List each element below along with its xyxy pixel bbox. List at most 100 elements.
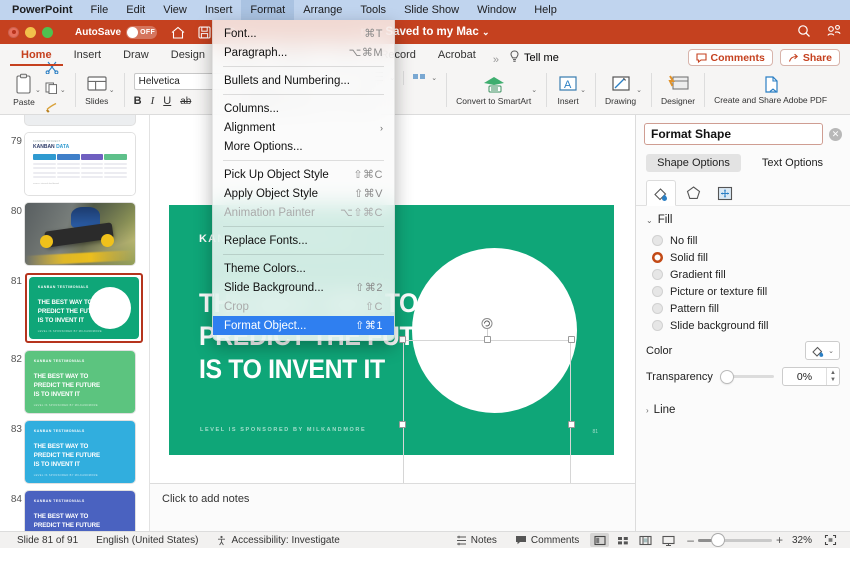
reading-view-icon[interactable] xyxy=(636,533,655,547)
list-item[interactable]: 83 KANBAN TESTIMONIALS THE BEST WAY TOPR… xyxy=(0,417,149,487)
transparency-stepper[interactable]: 0% ▲▼ xyxy=(782,367,840,386)
minimize-window-button[interactable] xyxy=(25,27,36,38)
tab-draw[interactable]: Draw xyxy=(112,44,160,66)
comments-toggle[interactable]: Comments xyxy=(506,535,588,546)
thumbnail-partial[interactable] xyxy=(0,115,149,129)
resize-handle-e[interactable] xyxy=(568,421,575,428)
notes-toggle[interactable]: Notes xyxy=(447,535,506,546)
rotate-handle[interactable] xyxy=(482,318,493,329)
menu-view[interactable]: View xyxy=(154,0,196,20)
slide-thumbnail-84[interactable]: KANBAN TESTIMONIALS THE BEST WAY TOPREDI… xyxy=(25,491,135,531)
copy-caret[interactable]: ⌄ xyxy=(60,86,66,94)
menu-item-alignment[interactable]: Alignment › xyxy=(213,118,394,137)
slide-thumbnail-79[interactable]: KANBAN PROJECT KANBAN DATA source: inter… xyxy=(25,133,135,195)
zoom-in-button[interactable]: + xyxy=(776,533,783,547)
menu-item-apply-object-style[interactable]: Apply Object Style ⇧⌘V xyxy=(213,184,394,203)
underline-button[interactable]: U xyxy=(163,95,171,107)
layout-size-icon[interactable] xyxy=(710,180,740,206)
slide-thumbnail-80[interactable] xyxy=(25,203,135,265)
list-item[interactable]: 81 KANBAN TESTIMONIALS THE BEST WAY TOPR… xyxy=(0,269,149,347)
normal-view-icon[interactable] xyxy=(590,533,609,547)
slide-sorter-icon[interactable] xyxy=(613,533,632,547)
slides-caret[interactable]: ⌄ xyxy=(109,86,115,94)
presenter-view-icon[interactable] xyxy=(659,533,678,547)
columns-icon[interactable] xyxy=(412,69,426,87)
list-item[interactable]: 79 KANBAN PROJECT KANBAN DATA source: in… xyxy=(0,129,149,199)
radio-gradient-fill[interactable]: Gradient fill xyxy=(652,266,850,283)
save-icon[interactable] xyxy=(198,26,211,39)
paste-options-caret[interactable]: ⌄ xyxy=(35,86,41,94)
smartart-caret[interactable]: ⌄ xyxy=(531,86,537,94)
bold-button[interactable]: B xyxy=(134,95,142,107)
menu-item-paragraph[interactable]: Paragraph... ⌥⌘M xyxy=(213,43,394,62)
menu-help[interactable]: Help xyxy=(525,0,566,20)
fit-to-window-icon[interactable] xyxy=(821,533,840,547)
menu-app-powerpoint[interactable]: PowerPoint xyxy=(8,0,82,20)
drawing-button[interactable]: Drawing xyxy=(605,74,636,106)
ribbon-overflow-icon[interactable]: » xyxy=(487,54,505,66)
menu-item-more-options[interactable]: More Options... xyxy=(213,137,394,156)
notes-pane[interactable]: Click to add notes xyxy=(150,483,635,531)
drawing-caret[interactable]: ⌄ xyxy=(636,86,642,94)
comments-button[interactable]: Comments xyxy=(688,49,773,66)
tab-acrobat[interactable]: Acrobat xyxy=(427,44,487,66)
tell-me-search[interactable]: Tell me xyxy=(505,50,559,66)
resize-handle-nw[interactable] xyxy=(399,336,406,343)
menu-item-pick-up-object-style[interactable]: Pick Up Object Style ⇧⌘C xyxy=(213,165,394,184)
new-slide-button[interactable]: Slides xyxy=(85,74,109,106)
zoom-out-button[interactable]: – xyxy=(687,533,694,547)
slide-thumbnail-83[interactable]: KANBAN TESTIMONIALS THE BEST WAY TOPREDI… xyxy=(25,421,135,483)
radio-picture-or-texture-fill[interactable]: Picture or texture fill xyxy=(652,283,850,300)
paste-button[interactable]: Paste xyxy=(13,73,35,107)
menu-arrange[interactable]: Arrange xyxy=(294,0,351,20)
slide-thumbnail-pane[interactable]: 79 KANBAN PROJECT KANBAN DATA source: in… xyxy=(0,115,150,531)
menu-item-format-object[interactable]: Format Object... ⇧⌘1 xyxy=(213,316,394,335)
menu-item-bullets-and-numbering[interactable]: Bullets and Numbering... xyxy=(213,71,394,90)
list-item[interactable]: 84 KANBAN TESTIMONIALS THE BEST WAY TOPR… xyxy=(0,487,149,531)
zoom-slider-knob[interactable] xyxy=(712,534,724,546)
radio-pattern-fill[interactable]: Pattern fill xyxy=(652,300,850,317)
fill-section-header[interactable]: ⌄ Fill xyxy=(636,206,850,230)
close-window-button[interactable] xyxy=(8,27,19,38)
menu-item-columns[interactable]: Columns... xyxy=(213,99,394,118)
pentagon-effects-icon[interactable] xyxy=(678,180,708,206)
maximize-window-button[interactable] xyxy=(42,27,53,38)
resize-handle-n[interactable] xyxy=(484,336,491,343)
copy-icon[interactable] xyxy=(45,81,58,99)
menu-file[interactable]: File xyxy=(82,0,118,20)
zoom-control[interactable]: – + 32% xyxy=(680,533,819,547)
macos-menu-bar[interactable]: PowerPoint File Edit View Insert Format … xyxy=(0,0,850,20)
radio-no-fill[interactable]: No fill xyxy=(652,232,850,249)
columns-caret[interactable]: ⌄ xyxy=(431,74,437,82)
slide-thumbnail-81-selected[interactable]: KANBAN TESTIMONIALS THE BEST WAY TOPREDI… xyxy=(25,273,143,343)
designer-button[interactable]: Designer xyxy=(661,74,695,106)
home-icon[interactable] xyxy=(171,26,185,39)
stepper-arrows[interactable]: ▲▼ xyxy=(826,368,839,385)
convert-to-smartart-button[interactable]: Convert to SmartArt xyxy=(456,74,531,106)
insert-button[interactable]: A Insert xyxy=(556,74,580,106)
tab-insert[interactable]: Insert xyxy=(63,44,113,66)
strikethrough-button[interactable]: ab xyxy=(180,96,191,107)
resize-handle-ne[interactable] xyxy=(568,336,575,343)
autosave-control[interactable]: AutoSave OFF xyxy=(75,26,157,39)
radio-slide-background-fill[interactable]: Slide background fill xyxy=(652,317,850,334)
tab-home[interactable]: Home xyxy=(10,44,63,66)
menu-edit[interactable]: Edit xyxy=(117,0,154,20)
list-item[interactable]: 82 KANBAN TESTIMONIALS THE BEST WAY TOPR… xyxy=(0,347,149,417)
accessibility-status[interactable]: Accessibility: Investigate xyxy=(207,535,348,546)
tab-text-options[interactable]: Text Options xyxy=(745,154,840,172)
fill-color-picker[interactable]: ⌄ xyxy=(805,341,840,360)
fill-bucket-icon[interactable] xyxy=(646,180,676,206)
insert-caret[interactable]: ⌄ xyxy=(580,86,586,94)
italic-button[interactable]: I xyxy=(151,95,155,107)
menu-tools[interactable]: Tools xyxy=(351,0,395,20)
ribbon-tab-strip[interactable]: Home Insert Draw Design Trans Review Vie… xyxy=(0,44,850,66)
zoom-slider-track[interactable] xyxy=(698,539,772,542)
transparency-slider[interactable] xyxy=(721,371,774,383)
radio-solid-fill[interactable]: Solid fill xyxy=(652,249,850,266)
menu-item-font[interactable]: Font... ⌘T xyxy=(213,24,394,43)
menu-item-replace-fonts[interactable]: Replace Fonts... xyxy=(213,231,394,250)
autosave-toggle[interactable]: OFF xyxy=(126,26,157,39)
share-button[interactable]: Share xyxy=(780,49,840,66)
resize-handle-w[interactable] xyxy=(399,421,406,428)
